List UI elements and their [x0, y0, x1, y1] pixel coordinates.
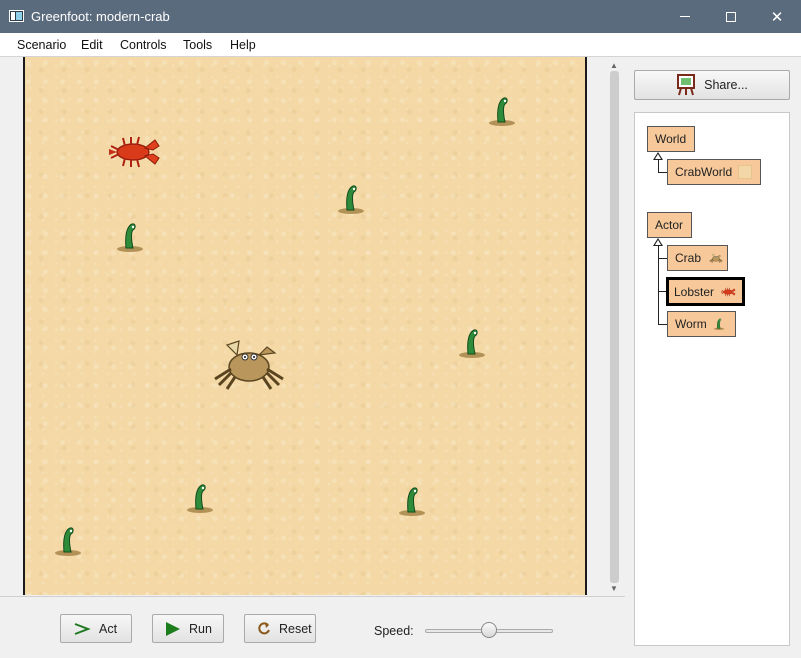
sand-thumbnail-icon	[738, 165, 753, 179]
class-world-label: World	[655, 132, 687, 146]
window-title: Greenfoot: modern-crab	[31, 9, 170, 24]
tree-line	[658, 324, 667, 325]
reset-icon	[258, 621, 270, 634]
lobster-icon	[721, 287, 736, 296]
scroll-up-icon[interactable]: ▲	[610, 61, 618, 70]
worm-actor[interactable]	[53, 525, 83, 557]
inherit-arrow-icon	[653, 238, 663, 246]
worm-actor[interactable]	[487, 95, 517, 127]
maximize-button[interactable]	[708, 0, 754, 33]
worm-actor[interactable]	[185, 482, 215, 514]
title-bar: Greenfoot: modern-crab ✕	[0, 0, 801, 33]
act-label: Act	[99, 621, 118, 636]
class-actor-label: Actor	[655, 218, 684, 232]
class-crabworld[interactable]: CrabWorld	[667, 159, 761, 185]
control-bar: Act Run Reset	[0, 596, 625, 658]
menu-bar: Scenario Edit Controls Tools Help	[0, 33, 801, 57]
maximize-icon	[726, 11, 736, 22]
world-canvas[interactable]	[25, 57, 585, 595]
scroll-down-icon[interactable]: ▼	[610, 584, 618, 593]
class-crab[interactable]: Crab	[667, 245, 728, 271]
reset-label: Reset	[279, 621, 312, 636]
tree-line	[658, 172, 667, 173]
run-label: Run	[189, 621, 212, 636]
menu-edit[interactable]: Edit	[81, 38, 103, 52]
minimize-icon	[680, 16, 690, 17]
world-scrollbar[interactable]: ▲ ▼	[607, 58, 622, 596]
menu-help[interactable]: Help	[230, 38, 256, 52]
class-actor[interactable]: Actor	[647, 212, 692, 238]
class-lobster[interactable]: Lobster	[666, 277, 745, 306]
worm-actor[interactable]	[336, 183, 366, 215]
greenfoot-app-icon	[9, 10, 24, 22]
crab-icon	[709, 253, 723, 264]
reset-button[interactable]: Reset	[244, 614, 316, 643]
worm-actor[interactable]	[115, 221, 145, 253]
share-button[interactable]: Share...	[634, 70, 790, 100]
play-icon	[166, 621, 180, 636]
worm-icon	[713, 318, 725, 331]
class-crabworld-label: CrabWorld	[675, 165, 733, 179]
speed-label: Speed:	[374, 624, 414, 638]
class-worm-label: Worm	[675, 317, 707, 331]
class-crab-label: Crab	[675, 251, 702, 265]
close-icon: ✕	[770, 8, 784, 26]
class-diagram-panel	[634, 112, 790, 646]
inherit-arrow-icon	[653, 152, 663, 160]
run-button[interactable]: Run	[152, 614, 224, 643]
close-button[interactable]: ✕	[754, 0, 800, 33]
menu-tools[interactable]: Tools	[183, 38, 212, 52]
class-lobster-label: Lobster	[674, 284, 715, 299]
scroll-thumb[interactable]	[610, 71, 619, 583]
crab-actor[interactable]	[207, 331, 291, 395]
worm-actor[interactable]	[457, 327, 487, 359]
worm-actor[interactable]	[397, 485, 427, 517]
speed-slider-thumb[interactable]	[481, 622, 497, 638]
act-icon	[74, 622, 91, 635]
class-worm[interactable]: Worm	[667, 311, 736, 337]
menu-scenario[interactable]: Scenario	[17, 38, 66, 52]
menu-controls[interactable]: Controls	[120, 38, 167, 52]
class-world[interactable]: World	[647, 126, 695, 152]
share-label: Share...	[704, 78, 748, 92]
easel-icon	[677, 74, 696, 96]
minimize-button[interactable]	[662, 0, 708, 33]
tree-line	[658, 258, 667, 259]
lobster-actor[interactable]	[105, 127, 161, 177]
act-button[interactable]: Act	[60, 614, 132, 643]
